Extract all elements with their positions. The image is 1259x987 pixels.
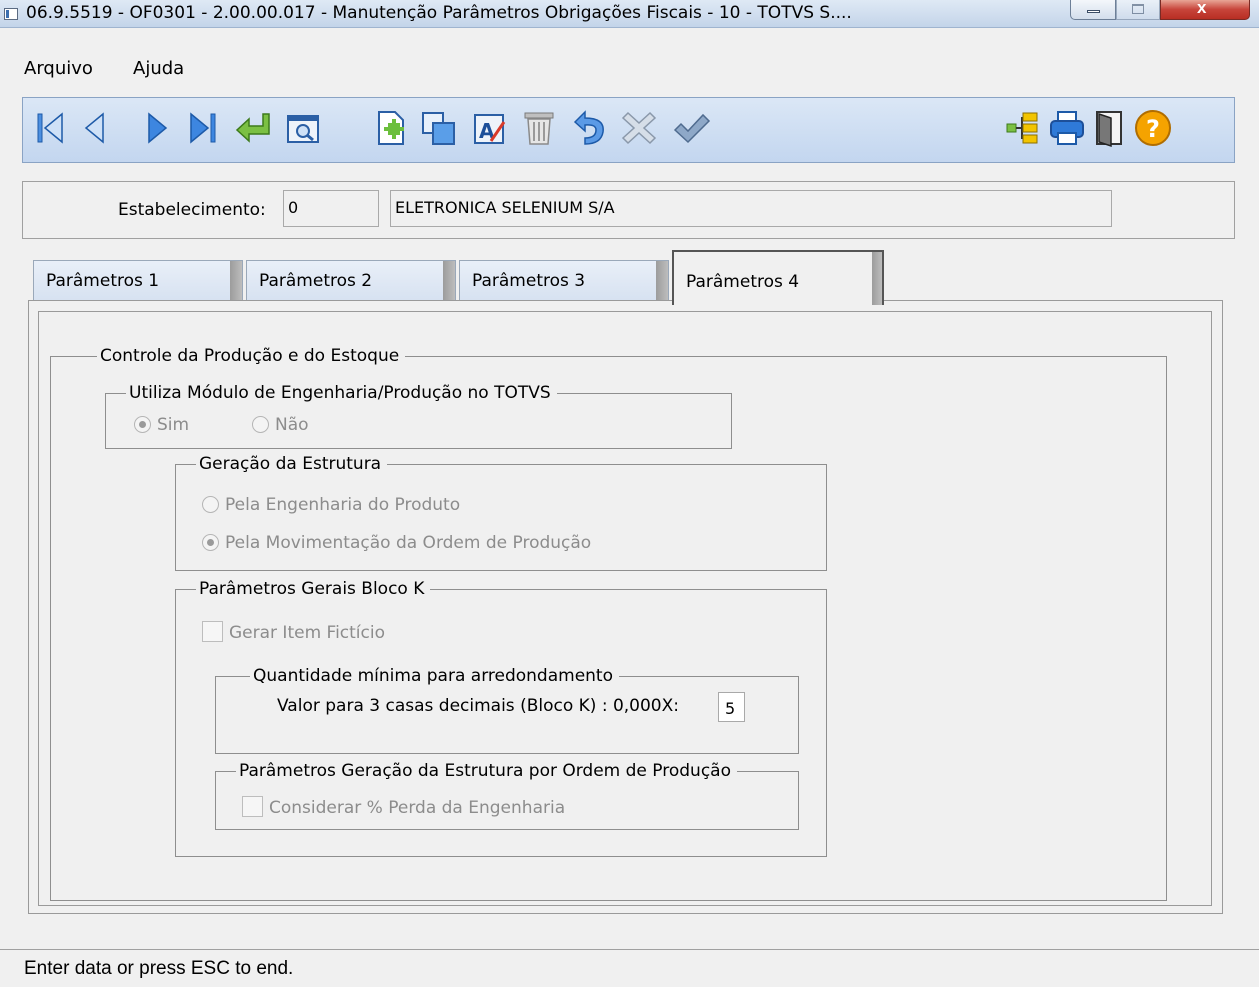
checkbox-considerar-perda[interactable]: Considerar % Perda da Engenharia — [242, 796, 565, 818]
radio-sim-indicator — [134, 416, 151, 433]
next-record-button[interactable] — [137, 108, 177, 148]
print-icon — [1050, 111, 1084, 145]
radio-pela-engenharia[interactable]: Pela Engenharia do Produto — [202, 495, 460, 515]
radio-pela-engenharia-label: Pela Engenharia do Produto — [225, 495, 461, 515]
cancel-button[interactable] — [619, 108, 659, 148]
checkbox-gerar-item-ficticio-box — [202, 621, 223, 642]
app-window-icon — [4, 8, 18, 20]
delete-icon — [524, 112, 554, 145]
copy-button[interactable] — [419, 108, 459, 148]
menu-bar: Arquivo Ajuda — [0, 56, 1259, 83]
radio-pela-movimentacao-label: Pela Movimentação da Ordem de Produção — [225, 533, 592, 553]
radio-sim[interactable]: Sim — [134, 415, 189, 435]
new-icon — [378, 111, 404, 145]
first-record-button[interactable] — [31, 108, 71, 148]
minimize-icon — [1087, 10, 1100, 13]
radio-nao[interactable]: Não — [252, 415, 309, 435]
confirm-button[interactable] — [671, 108, 711, 148]
maximize-button[interactable] — [1116, 0, 1160, 20]
status-bar: Enter data or press ESC to end. — [0, 949, 1259, 987]
utiliza-modulo-title: Utiliza Módulo de Engenharia/Produção no… — [126, 382, 557, 404]
checkbox-gerar-item-ficticio-label: Gerar Item Fictício — [229, 623, 386, 643]
status-text: Enter data or press ESC to end. — [24, 958, 294, 979]
edit-button[interactable]: A — [469, 108, 509, 148]
print-button[interactable] — [1047, 108, 1087, 148]
radio-pela-engenharia-indicator — [202, 496, 219, 513]
checkbox-considerar-perda-label: Considerar % Perda da Engenharia — [269, 798, 566, 818]
help-icon-glyph: ? — [1146, 115, 1160, 143]
previous-record-icon — [84, 112, 104, 144]
toolbar: A ? — [22, 97, 1235, 163]
cancel-icon — [621, 111, 657, 145]
tree-structure-button[interactable] — [1003, 108, 1043, 148]
tab-parametros-1[interactable]: Parâmetros 1 — [33, 260, 243, 300]
new-button[interactable] — [371, 108, 411, 148]
go-to-icon — [235, 113, 270, 143]
search-icon — [287, 115, 319, 143]
help-icon: ? — [1135, 110, 1171, 146]
quantidade-minima-title: Quantidade mínima para arredondamento — [250, 665, 619, 687]
parametros-geracao-estrutura-title: Parâmetros Geração da Estrutura por Orde… — [236, 760, 737, 782]
undo-button[interactable] — [569, 108, 609, 148]
delete-button[interactable] — [519, 108, 559, 148]
minimize-button[interactable] — [1070, 0, 1116, 20]
radio-pela-movimentacao[interactable]: Pela Movimentação da Ordem de Produção — [202, 533, 591, 553]
valor-casas-decimais-label: Valor para 3 casas decimais (Bloco K) : … — [277, 696, 679, 716]
radio-nao-indicator — [252, 416, 269, 433]
tab-parametros-4[interactable]: Parâmetros 4 — [672, 250, 884, 305]
checkbox-considerar-perda-box — [242, 796, 263, 817]
first-record-icon — [37, 112, 63, 144]
estabelecimento-name-field: ELETRONICA SELENIUM S/A — [390, 190, 1112, 227]
next-record-icon — [148, 112, 168, 144]
geracao-estrutura-title: Geração da Estrutura — [196, 453, 388, 475]
radio-nao-label: Não — [275, 415, 309, 435]
estabelecimento-label: Estabelecimento: — [118, 200, 266, 220]
radio-sim-label: Sim — [157, 415, 190, 435]
estabelecimento-code-field[interactable]: 0 — [283, 190, 379, 227]
tab-parametros-3[interactable]: Parâmetros 3 — [459, 260, 669, 300]
checkbox-gerar-item-ficticio[interactable]: Gerar Item Fictício — [202, 621, 385, 643]
tree-structure-icon — [1006, 112, 1038, 144]
controle-producao-title: Controle da Produção e do Estoque — [97, 345, 406, 367]
last-record-button[interactable] — [183, 108, 223, 148]
menu-ajuda[interactable]: Ajuda — [133, 58, 184, 79]
title-bar: 06.9.5519 - OF0301 - 2.00.00.017 - Manut… — [0, 0, 1259, 28]
undo-icon — [573, 110, 604, 145]
previous-record-button[interactable] — [75, 108, 115, 148]
window-title: 06.9.5519 - OF0301 - 2.00.00.017 - Manut… — [26, 3, 852, 23]
window-frame — [0, 28, 1259, 56]
close-icon: x — [1197, 0, 1207, 17]
exit-button[interactable] — [1089, 108, 1129, 148]
radio-pela-movimentacao-indicator — [202, 534, 219, 551]
go-to-button[interactable] — [233, 108, 273, 148]
valor-casas-decimais-input[interactable]: 5 — [718, 692, 745, 722]
geracao-estrutura-group — [175, 464, 827, 571]
copy-icon — [422, 112, 455, 145]
parametros-bloco-k-title: Parâmetros Gerais Bloco K — [196, 578, 431, 600]
search-button[interactable] — [283, 108, 323, 148]
edit-icon: A — [474, 114, 506, 144]
last-record-icon — [190, 112, 216, 144]
menu-arquivo[interactable]: Arquivo — [24, 58, 93, 79]
tab-parametros-2[interactable]: Parâmetros 2 — [246, 260, 456, 300]
confirm-icon — [673, 113, 711, 144]
maximize-icon — [1132, 4, 1144, 14]
close-button[interactable]: x — [1160, 0, 1250, 20]
help-button[interactable]: ? — [1133, 108, 1173, 148]
exit-icon — [1096, 111, 1122, 148]
